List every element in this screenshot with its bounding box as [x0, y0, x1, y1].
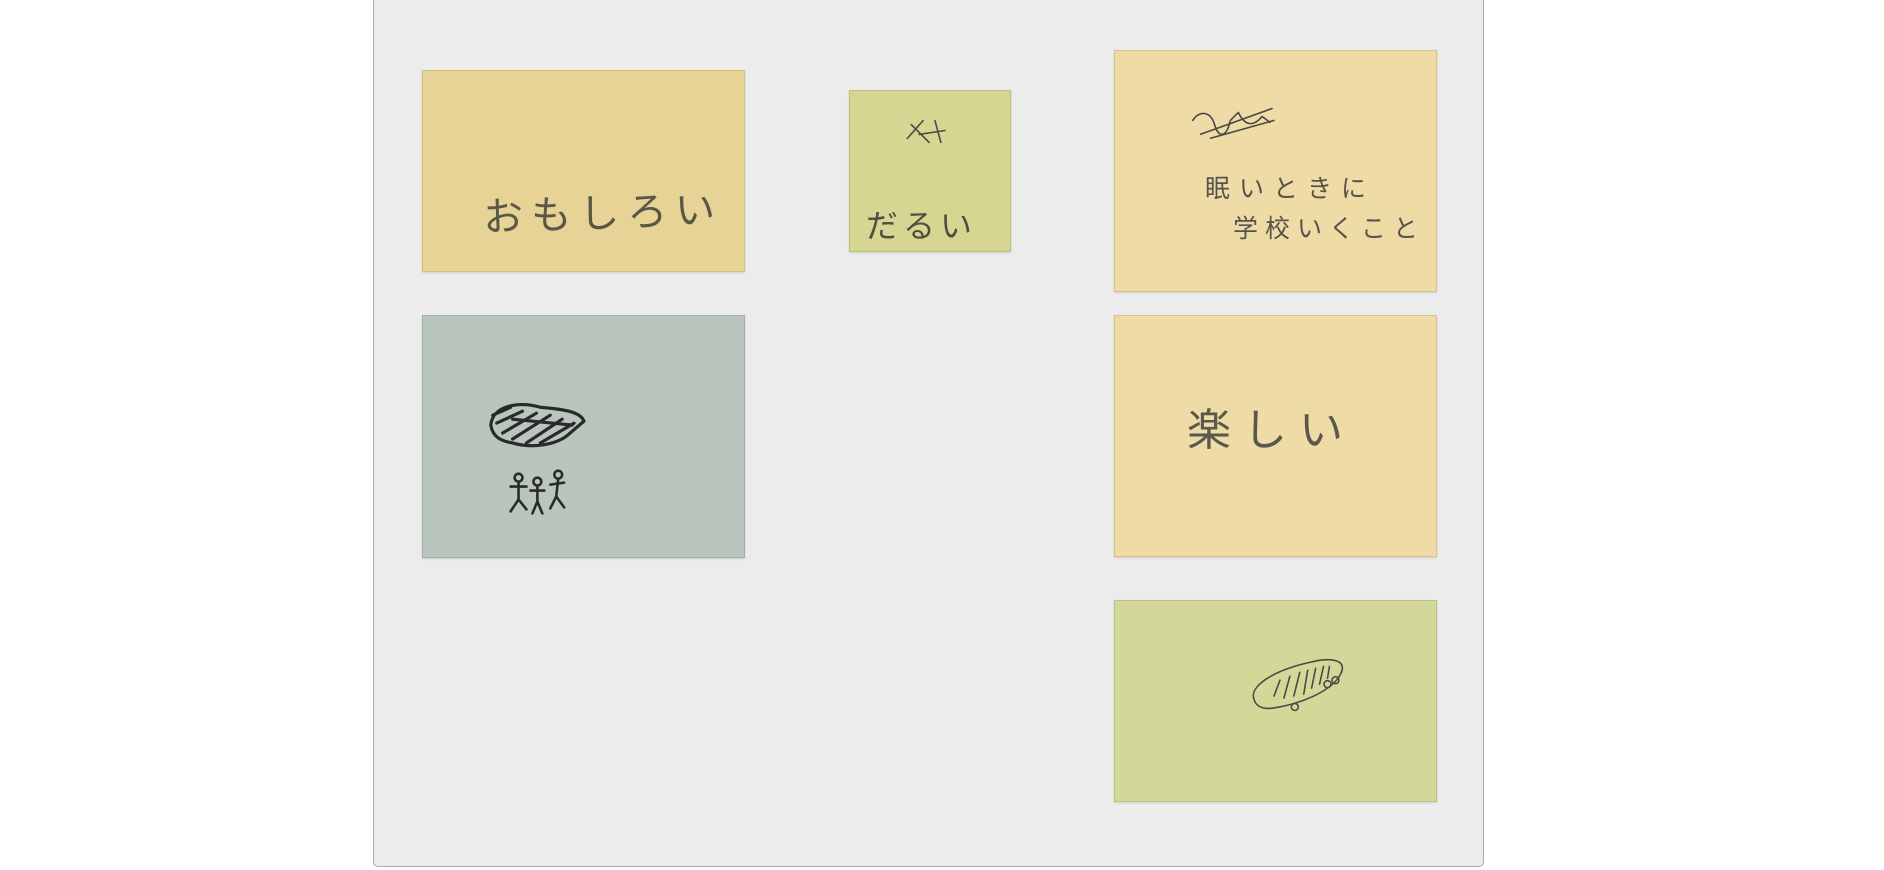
sticky-note-darui[interactable]: だるい — [849, 90, 1011, 252]
stick-figures-icon — [509, 469, 566, 515]
sticky-note-skateboard[interactable] — [1114, 600, 1437, 802]
skateboard-icon — [1252, 659, 1344, 712]
storm-cloud-icon — [489, 403, 586, 448]
sticky-note-board: おもしろい だるい 眠いときに 学校いくこと 楽しい — [373, 0, 1484, 867]
sticky-note-tanoshii[interactable]: 楽しい — [1114, 315, 1437, 557]
note-handwriting-nemui-line1: 眠いときに — [1205, 174, 1376, 203]
note-handwriting-tanoshii: 楽しい — [1187, 405, 1355, 456]
note-handwriting-omoshiroi: おもしろい — [482, 186, 724, 242]
note-handwriting-darui: だるい — [866, 207, 978, 245]
note-handwriting-nemui-line2: 学校いくこと — [1233, 214, 1426, 243]
sticky-note-rain-cloud[interactable] — [422, 315, 745, 558]
sticky-note-omoshiroi[interactable]: おもしろい — [422, 70, 745, 272]
skateboard-drawing — [1252, 659, 1344, 712]
rain-cloud-with-people-drawing — [489, 403, 586, 515]
sticky-note-nemui[interactable]: 眠いときに 学校いくこと — [1114, 50, 1437, 292]
